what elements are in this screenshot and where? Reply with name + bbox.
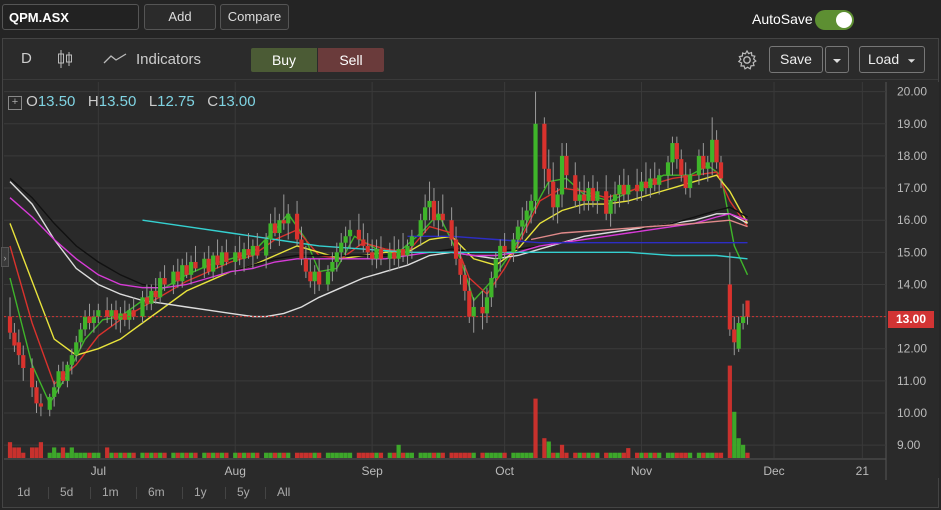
period-button-6m[interactable]: 6m <box>148 485 165 499</box>
open-value: 13.50 <box>37 93 76 110</box>
low-label: L <box>148 93 158 110</box>
close-label: C <box>207 93 219 110</box>
chevron-down-icon <box>833 59 841 63</box>
period-divider <box>182 487 183 499</box>
open-label: O <box>26 93 38 110</box>
period-divider <box>225 487 226 499</box>
period-button-1y[interactable]: 1y <box>194 485 207 499</box>
period-button-1d[interactable]: 1d <box>17 485 30 499</box>
last-price-tag: 13.00 <box>888 311 934 328</box>
toggle-knob <box>836 12 852 28</box>
candlestick-icon[interactable] <box>55 48 75 75</box>
compare-button[interactable]: Compare <box>220 4 289 30</box>
ohlc-readout: + O13.50 H13.50 L12.75 C13.00 <box>8 93 256 110</box>
period-button-5d[interactable]: 5d <box>60 485 73 499</box>
symbol-input[interactable]: QPM.ASX <box>2 4 139 30</box>
expand-plus-icon[interactable]: + <box>8 96 22 110</box>
high-label: H <box>87 93 99 110</box>
top-bar: QPM.ASX Add Compare AutoSave <box>0 0 941 38</box>
period-divider <box>48 487 49 499</box>
chevron-down-icon <box>907 59 916 63</box>
load-button[interactable]: Load <box>859 46 925 73</box>
side-panel-handle[interactable]: › <box>1 247 9 267</box>
autosave-label: AutoSave <box>752 11 813 27</box>
period-button-all[interactable]: All <box>277 485 290 499</box>
settings-gear-icon[interactable] <box>736 49 758 76</box>
period-button-1m[interactable]: 1m <box>102 485 119 499</box>
indicators-icon[interactable] <box>103 52 127 71</box>
period-divider <box>90 487 91 499</box>
sell-button[interactable]: Sell <box>318 48 384 72</box>
load-label: Load <box>867 51 900 67</box>
add-button[interactable]: Add <box>144 4 216 30</box>
save-button[interactable]: Save <box>769 46 823 73</box>
low-value: 12.75 <box>157 93 195 110</box>
buy-button[interactable]: Buy <box>251 48 317 72</box>
period-button-5y[interactable]: 5y <box>237 485 250 499</box>
autosave-toggle[interactable] <box>815 10 854 30</box>
interval-selector[interactable]: D <box>21 50 32 67</box>
save-dropdown-button[interactable] <box>825 46 849 73</box>
period-divider <box>136 487 137 499</box>
period-divider <box>265 487 266 499</box>
indicators-button[interactable]: Indicators <box>136 51 201 68</box>
period-selector: 1d 5d 1m 6m 1y 5y All <box>3 481 938 507</box>
close-value: 13.00 <box>218 93 256 110</box>
high-value: 13.50 <box>98 93 137 110</box>
